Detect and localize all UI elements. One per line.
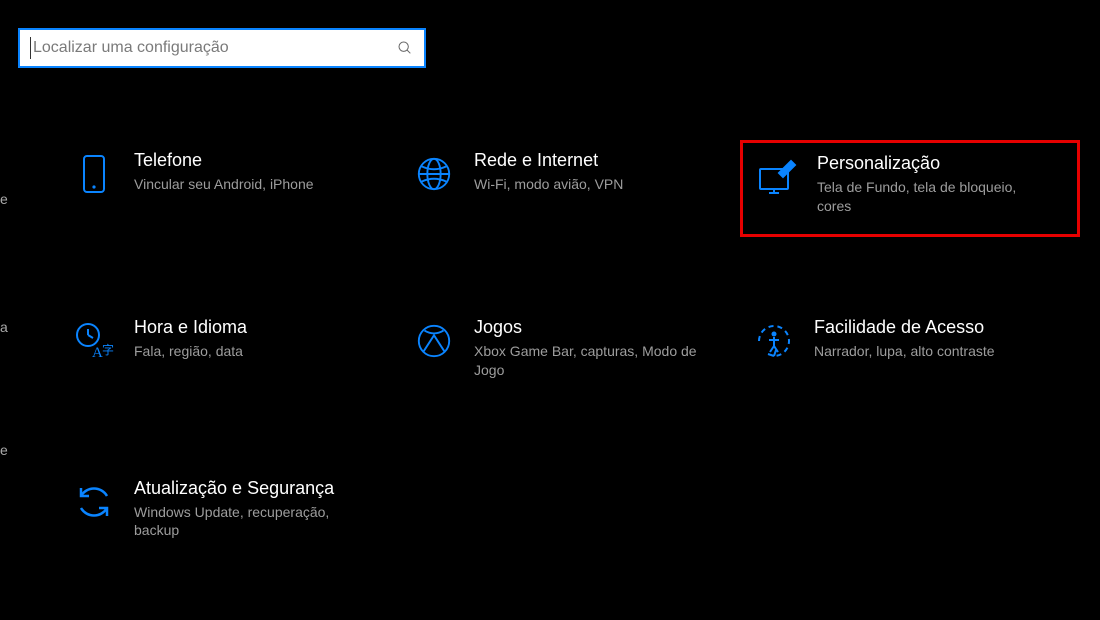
- tile-desc: Fala, região, data: [134, 342, 247, 361]
- tile-ease-of-access[interactable]: Facilidade de Acesso Narrador, lupa, alt…: [740, 307, 1080, 398]
- svg-text:字: 字: [102, 342, 114, 357]
- tile-title: Personalização: [817, 153, 1047, 174]
- tile-time-language[interactable]: A 字 Hora e Idioma Fala, região, data: [60, 307, 400, 398]
- tile-desc: Tela de Fundo, tela de bloqueio, cores: [817, 178, 1047, 216]
- xbox-icon: [412, 319, 456, 363]
- tile-title: Facilidade de Acesso: [814, 317, 995, 338]
- search-icon: [396, 39, 414, 57]
- tile-title: Telefone: [134, 150, 314, 171]
- personalization-icon: [755, 155, 799, 199]
- tile-desc: Xbox Game Bar, capturas, Modo de Jogo: [474, 342, 704, 380]
- text-cursor: [30, 37, 31, 59]
- tile-title: Hora e Idioma: [134, 317, 247, 338]
- ease-of-access-icon: [752, 319, 796, 363]
- tile-desc: Vincular seu Android, iPhone: [134, 175, 314, 194]
- tile-title: Jogos: [474, 317, 704, 338]
- tile-phone[interactable]: Telefone Vincular seu Android, iPhone: [60, 140, 400, 237]
- time-language-icon: A 字: [72, 319, 116, 363]
- tile-desc: Narrador, lupa, alto contraste: [814, 342, 995, 361]
- tile-title: Rede e Internet: [474, 150, 623, 171]
- settings-grid: Telefone Vincular seu Android, iPhone Re…: [60, 140, 1080, 558]
- globe-icon: [412, 152, 456, 196]
- search-box[interactable]: [18, 28, 426, 68]
- cropped-text: a: [0, 320, 8, 334]
- phone-icon: [72, 152, 116, 196]
- update-icon: [72, 480, 116, 524]
- tile-desc: Windows Update, recuperação, backup: [134, 503, 364, 541]
- tile-desc: Wi-Fi, modo avião, VPN: [474, 175, 623, 194]
- cropped-text: e: [0, 443, 8, 457]
- tile-title: Atualização e Segurança: [134, 478, 364, 499]
- tile-update-security[interactable]: Atualização e Segurança Windows Update, …: [60, 468, 400, 559]
- cropped-text: e: [0, 192, 8, 206]
- tile-gaming[interactable]: Jogos Xbox Game Bar, capturas, Modo de J…: [400, 307, 740, 398]
- search-input[interactable]: [33, 39, 396, 57]
- tile-personalization[interactable]: Personalização Tela de Fundo, tela de bl…: [740, 140, 1080, 237]
- tile-network[interactable]: Rede e Internet Wi-Fi, modo avião, VPN: [400, 140, 740, 237]
